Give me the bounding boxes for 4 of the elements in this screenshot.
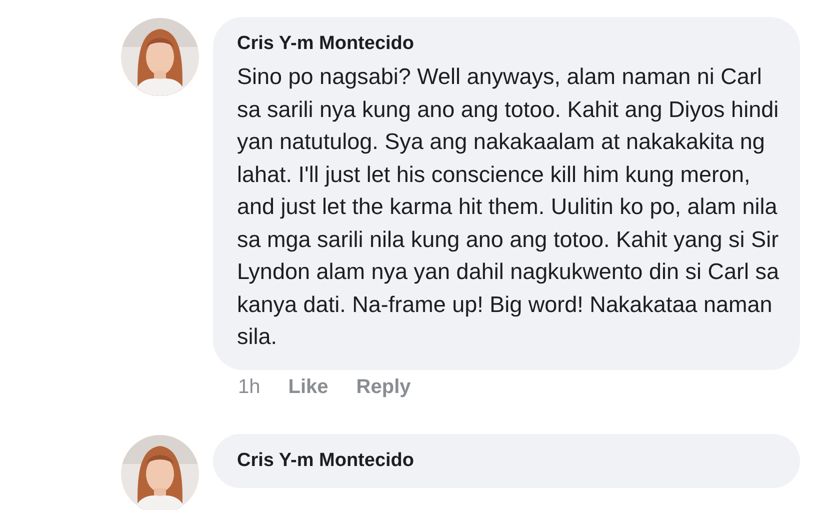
author-name[interactable]: Cris Y-m Montecido (237, 33, 414, 55)
comment-time: 1h (238, 376, 260, 398)
comment-text: Sino po nagsabi? Well anyways, alam naman ni Carl sa sarili nya kung ano ang totoo. Kahit ang Diyos hindi yan natutulog. Sya ang nakakaalam at nakakakita ng lahat. I'll just let his conscience kill him kung meron, and just let the karma hit them. Uulitin ko po, alam nila sa mga sarili nila kung ano ang totoo. Kahit yang si Sir Lyndon alam nya yan dahil nagkukwento din si Carl sa kanya dati. Na-frame up! Big word! Nakakataa naman sila. (237, 63, 780, 351)
author-name[interactable]: Cris Y-m Montecido (237, 450, 414, 472)
